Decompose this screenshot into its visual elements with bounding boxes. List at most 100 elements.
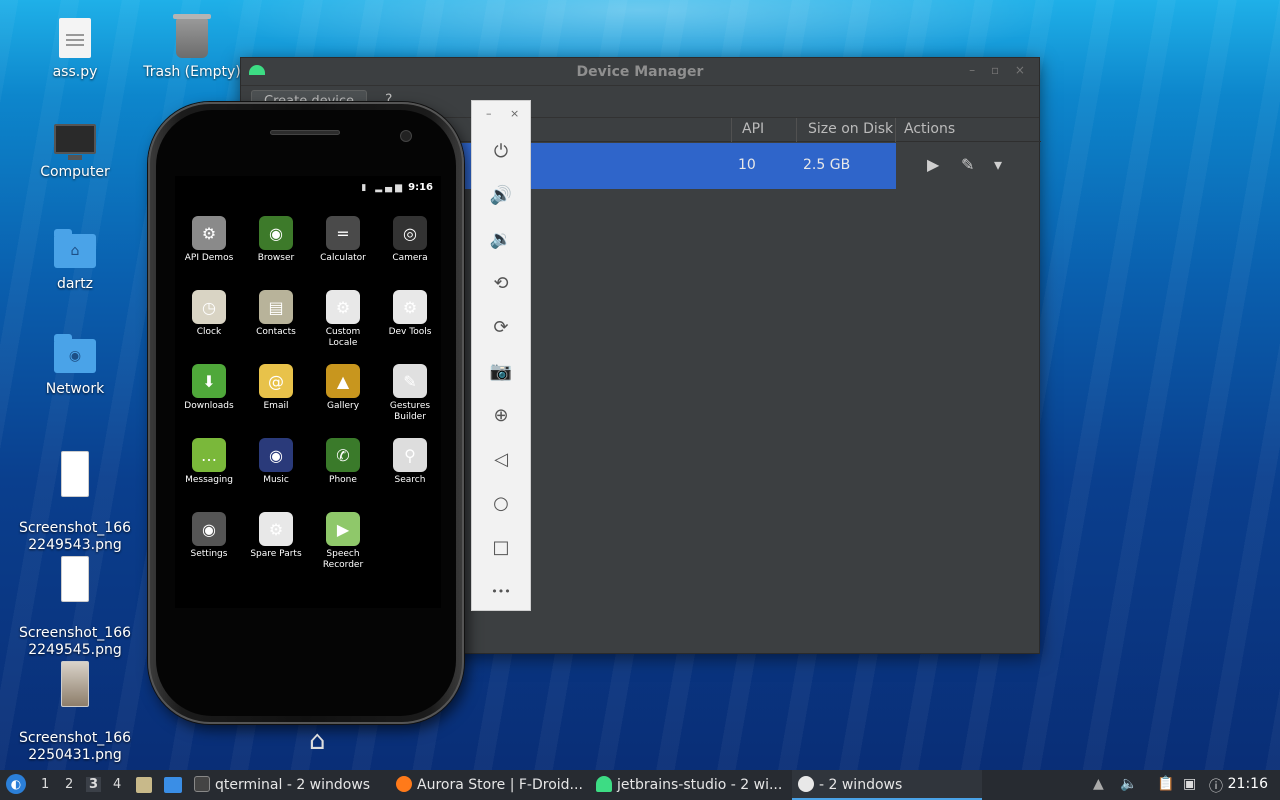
image-file-icon	[61, 661, 89, 707]
desktop-icon-screenshot-3[interactable]: Screenshot_166 2250431.png	[10, 644, 140, 781]
app-icon: ✎	[393, 364, 427, 398]
desktop-icon-label: ass.py	[52, 64, 98, 80]
more-icon[interactable]: •••	[472, 569, 530, 613]
workspace-4[interactable]: 4	[113, 777, 121, 792]
app-label: Gallery	[326, 401, 360, 411]
app-gestures-builder[interactable]: ✎ Gestures Builder	[378, 364, 442, 423]
task-qterminal[interactable]: qterminal - 2 windows	[194, 770, 384, 800]
app-label: Email	[263, 401, 289, 411]
desktop-icon-label: Trash (Empty)	[143, 64, 241, 80]
app-spare-parts[interactable]: ⚙ Spare Parts	[244, 512, 308, 560]
column-actions: Actions	[904, 121, 956, 137]
app-label: Contacts	[256, 327, 296, 337]
edit-device-icon[interactable]: ✎	[961, 155, 974, 174]
workspace-1[interactable]: 1	[41, 777, 49, 792]
window-controls[interactable]: – ▫ ×	[969, 63, 1031, 77]
taskbar-clock[interactable]: 21:16	[1228, 776, 1268, 792]
image-file-icon	[61, 556, 89, 602]
network-folder-icon: ◉	[54, 334, 96, 373]
task-aurora-store[interactable]: Aurora Store | F-Droid...	[396, 770, 586, 800]
overview-icon[interactable]: □	[472, 525, 530, 569]
volume-up-icon[interactable]: 🔊	[472, 173, 530, 217]
column-size[interactable]: Size on Disk	[808, 121, 893, 137]
window-title: Device Manager	[576, 64, 704, 80]
app-label: Spare Parts	[250, 549, 302, 559]
desktop-icon-computer[interactable]: Computer	[10, 124, 140, 181]
power-icon[interactable]: ⏻	[472, 129, 530, 173]
close-button[interactable]: ×	[510, 107, 519, 120]
app-icon: ◉	[259, 216, 293, 250]
desktop-icon-trash[interactable]: Trash (Empty)	[137, 14, 247, 81]
app-messaging[interactable]: … Messaging	[177, 438, 241, 486]
network-tray-icon[interactable]: ▣	[1183, 776, 1196, 792]
app-settings[interactable]: ◉ Settings	[177, 512, 241, 560]
update-notifier-icon[interactable]: ⓘ	[1209, 776, 1223, 796]
zoom-icon[interactable]: ⊕	[472, 393, 530, 437]
clipboard-icon[interactable]: 📋	[1157, 776, 1174, 792]
app-icon: =	[326, 216, 360, 250]
app-phone[interactable]: ✆ Phone	[311, 438, 375, 486]
app-downloads[interactable]: ⬇ Downloads	[177, 364, 241, 412]
app-camera[interactable]: ◎ Camera	[378, 216, 442, 264]
rotate-right-icon[interactable]: ⟳	[472, 305, 530, 349]
app-api-demos[interactable]: ⚙ API Demos	[177, 216, 241, 264]
app-speech-recorder[interactable]: ▶ Speech Recorder	[311, 512, 375, 571]
more-actions-icon[interactable]: ▾	[994, 155, 1002, 174]
front-camera	[400, 130, 412, 142]
task-jetbrains-studio[interactable]: jetbrains-studio - 2 wi...	[596, 770, 786, 800]
desktop-icon-ass-py[interactable]: ass.py	[10, 18, 140, 81]
app-clock[interactable]: ◷ Clock	[177, 290, 241, 338]
workspace-2[interactable]: 2	[65, 777, 73, 792]
app-calculator[interactable]: = Calculator	[311, 216, 375, 264]
emulator-phone-frame: ▮ ▂▄▆ 9:16 ⚙ API Demos ◉ Browser = Calculator…	[148, 102, 464, 756]
app-gallery[interactable]: ▲ Gallery	[311, 364, 375, 412]
run-device-icon[interactable]: ▶	[927, 155, 939, 174]
app-label: Search	[394, 475, 426, 485]
volume-icon[interactable]: 🔈	[1120, 776, 1137, 792]
home-button-icon[interactable]: ⌂	[309, 726, 326, 756]
app-music[interactable]: ◉ Music	[244, 438, 308, 486]
tray-expand-icon[interactable]: ▲	[1093, 776, 1104, 792]
app-label: Settings	[190, 549, 228, 559]
app-label: Clock	[196, 327, 222, 337]
file-manager-launcher-icon[interactable]	[136, 777, 152, 793]
app-icon: ⚲	[393, 438, 427, 472]
app-dev-tools[interactable]: ⚙ Dev Tools	[378, 290, 442, 338]
app-email[interactable]: @ Email	[244, 364, 308, 412]
image-file-icon	[61, 451, 89, 497]
app-label: Messaging	[185, 475, 233, 485]
rotate-left-icon[interactable]: ⟲	[472, 261, 530, 305]
app-label: Custom Locale	[325, 327, 361, 348]
column-api[interactable]: API	[742, 121, 764, 137]
phone-screen[interactable]: ▮ ▂▄▆ 9:16 ⚙ API Demos ◉ Browser = Calculator…	[175, 176, 442, 756]
desktop-icon-label: Screenshot_166 2250431.png	[18, 730, 132, 763]
home-folder-icon: ⌂	[54, 229, 96, 268]
app-icon: ▲	[326, 364, 360, 398]
back-icon[interactable]: ◁	[472, 437, 530, 481]
home-icon[interactable]: ○	[472, 481, 530, 525]
camera-icon[interactable]: 📷	[472, 349, 530, 393]
desktop-icon-network[interactable]: ◉ Network	[10, 334, 140, 398]
desktop-launcher-icon[interactable]	[164, 777, 182, 793]
workspace-3[interactable]: 3	[86, 777, 102, 792]
app-label: Phone	[329, 475, 357, 485]
desktop-icon-dartz[interactable]: ⌂ dartz	[10, 229, 140, 293]
app-label: Dev Tools	[388, 327, 432, 337]
app-icon: ◉	[192, 512, 226, 546]
app-label: Calculator	[320, 253, 366, 263]
minimize-button[interactable]: –	[486, 107, 492, 120]
window-titlebar[interactable]: Device Manager – ▫ ×	[241, 58, 1039, 86]
app-browser[interactable]: ◉ Browser	[244, 216, 308, 264]
app-search[interactable]: ⚲ Search	[378, 438, 442, 486]
task-emulator[interactable]: - 2 windows	[792, 770, 982, 800]
app-icon: ⚙	[326, 290, 360, 324]
earpiece	[270, 130, 340, 135]
app-contacts[interactable]: ▤ Contacts	[244, 290, 308, 338]
app-custom-locale[interactable]: ⚙ Custom Locale	[311, 290, 375, 349]
volume-down-icon[interactable]: 🔉	[472, 217, 530, 261]
app-icon: ⬇	[192, 364, 226, 398]
app-icon: ◷	[192, 290, 226, 324]
app-icon: ▤	[259, 290, 293, 324]
start-menu-icon[interactable]: ◐	[6, 774, 26, 794]
app-label: Downloads	[184, 401, 234, 411]
